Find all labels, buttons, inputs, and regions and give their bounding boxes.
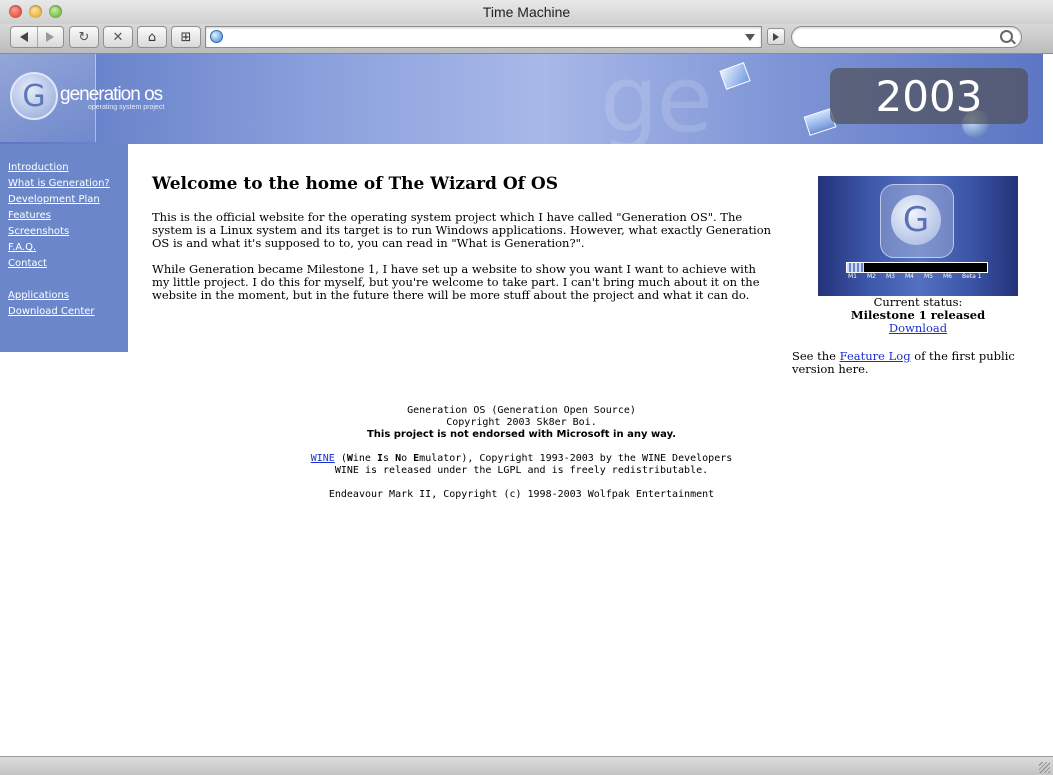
status-block: Current status: Milestone 1 released Dow…: [818, 296, 1018, 335]
wine-link[interactable]: WINE: [311, 453, 335, 464]
milestone-progress-bar: [846, 262, 988, 273]
milestone-labels: M1 M2 M3 M4 M5 M6 Beta 1: [848, 273, 998, 280]
milestone-label: Beta 1: [962, 273, 982, 280]
milestone-label: M6: [943, 273, 952, 280]
sidebar-item-contact[interactable]: Contact: [8, 258, 47, 269]
reload-icon: ↻: [78, 29, 90, 45]
status-screenshot: G M1 M2 M3 M4 M5 M6 Beta 1: [818, 176, 1018, 296]
milestone-label: M2: [867, 273, 876, 280]
sidebar-nav: Introduction What is Generation? Develop…: [0, 144, 128, 352]
milestone-progress-fill: [847, 263, 864, 272]
stop-button[interactable]: ✕: [103, 26, 133, 48]
forward-arrow-icon: [46, 32, 55, 42]
reload-button[interactable]: ↻: [69, 26, 99, 48]
footer-line-project: Generation OS (Generation Open Source): [407, 405, 636, 416]
wine-copyright: ), Copyright 1993-2003 by the WINE Devel…: [461, 453, 733, 464]
sidebar-item-features[interactable]: Features: [8, 210, 51, 221]
year-badge: 2003: [830, 68, 1028, 124]
magnifier-icon: [1000, 30, 1013, 43]
monitor-icon: [719, 62, 751, 90]
banner-ghost-text: ge: [600, 54, 713, 144]
feature-log-link[interactable]: Feature Log: [840, 349, 911, 363]
home-icon: ⌂: [147, 29, 157, 45]
back-arrow-icon: [19, 32, 28, 42]
window-titlebar: Time Machine: [0, 0, 1053, 25]
search-input[interactable]: [802, 29, 996, 46]
milestone-label: M3: [886, 273, 895, 280]
brand-name: generation os: [60, 84, 163, 105]
feature-prefix: See the: [792, 349, 840, 363]
address-dropdown-icon[interactable]: [745, 34, 755, 41]
address-bar[interactable]: [205, 26, 762, 48]
milestone-label: M4: [905, 273, 914, 280]
status-logo-frame: G: [880, 184, 954, 258]
brand-tagline: operating system project: [88, 104, 165, 111]
sidebar-item-development-plan[interactable]: Development Plan: [8, 194, 100, 205]
sidebar-item-download-center[interactable]: Download Center: [8, 306, 95, 317]
year-text: 2003: [875, 72, 983, 121]
browser-status-bar: [0, 756, 1053, 775]
back-forward-group: [10, 26, 64, 48]
milestone-label: M1: [848, 273, 857, 280]
search-field[interactable]: [791, 26, 1022, 48]
footer-line-copyright: Copyright 2003 Sk8er Boi.: [446, 417, 597, 428]
go-button[interactable]: [767, 28, 785, 45]
sidebar-item-applications[interactable]: Applications: [8, 290, 69, 301]
stop-icon: ✕: [112, 29, 124, 45]
footer-line-endeavour: Endeavour Mark II, Copyright (c) 1998-20…: [328, 489, 715, 500]
intro-paragraph: This is the official website for the ope…: [152, 210, 772, 250]
sidebar-item-what-is-generation[interactable]: What is Generation?: [8, 178, 110, 189]
page-heading: Welcome to the home of The Wizard Of OS: [152, 174, 558, 194]
download-link[interactable]: Download: [889, 321, 947, 335]
browser-toolbar: ↻ ✕ ⌂ ⊞: [0, 24, 1053, 54]
g-logo-icon: G: [10, 72, 58, 120]
milestone-label: M5: [924, 273, 933, 280]
milestone-paragraph: While Generation became Milestone 1, I h…: [152, 262, 760, 302]
globe-icon: [210, 30, 223, 43]
add-bookmark-icon: ⊞: [180, 29, 192, 45]
forward-button[interactable]: [36, 27, 64, 47]
g-logo-icon: G: [891, 195, 941, 245]
home-button[interactable]: ⌂: [137, 26, 167, 48]
footer-line-license: WINE is released under the LGPL and is f…: [334, 465, 709, 476]
sidebar-item-screenshots[interactable]: Screenshots: [8, 226, 69, 237]
back-button[interactable]: [11, 27, 37, 47]
footer-line-wine: WINE (Wine Is No Emulator), Copyright 19…: [310, 453, 733, 464]
main-content: Welcome to the home of The Wizard Of OS …: [152, 174, 772, 302]
window-title: Time Machine: [482, 4, 571, 20]
sidebar-item-introduction[interactable]: Introduction: [8, 162, 69, 173]
go-arrow-icon: [773, 32, 779, 41]
add-bookmark-button[interactable]: ⊞: [171, 26, 201, 48]
footer-line-disclaimer: This project is not endorsed with Micros…: [366, 429, 677, 440]
sidebar-item-faq[interactable]: F.A.Q.: [8, 242, 36, 253]
resize-grip-icon[interactable]: [1039, 762, 1050, 773]
feature-log-note: See the Feature Log of the first public …: [792, 350, 1047, 376]
site-banner: ge G generation os operating system proj…: [0, 54, 1043, 144]
